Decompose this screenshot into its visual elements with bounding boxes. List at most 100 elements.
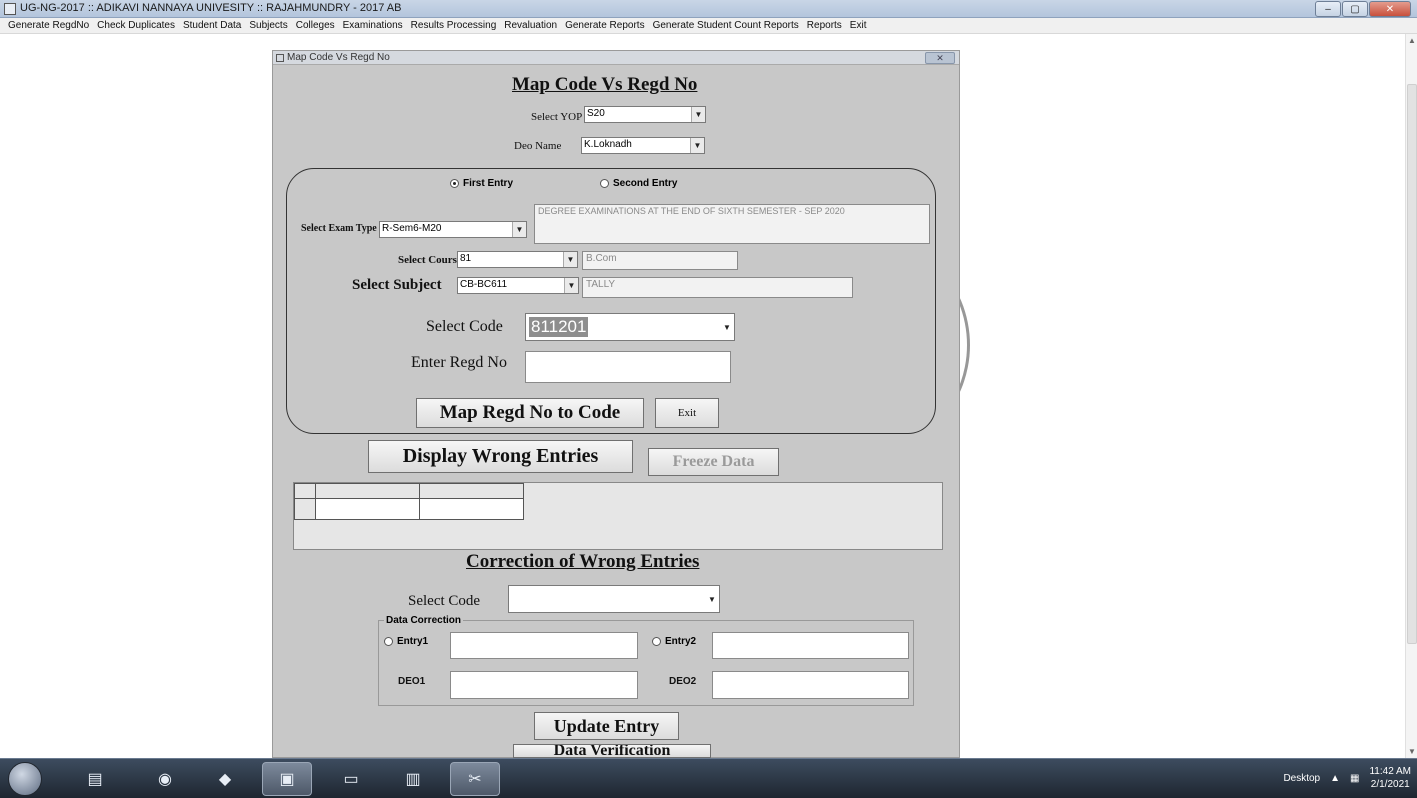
menu-results-processing[interactable]: Results Processing [407,18,501,33]
chevron-down-icon[interactable]: ▼ [691,107,705,122]
clock[interactable]: 11:42 AM 2/1/2021 [1369,765,1411,791]
deo-label: Deo Name [514,140,562,152]
snipping-tool-icon[interactable]: ✂ [450,762,500,796]
exam-type-value: R-Sem6-M20 [382,223,442,234]
network-icon[interactable]: ▦ [1350,773,1359,784]
deo1-input[interactable] [450,671,638,699]
subject-select[interactable]: CB-BC611 ▼ [457,277,579,294]
second-entry-radio[interactable]: Second Entry [600,178,677,189]
entry2-radio[interactable]: Entry2 [652,636,696,647]
deo-select[interactable]: K.Loknadh ▼ [581,137,705,154]
window-titlebar: UG-NG-2017 :: ADIKAVI NANNAYA UNIVESITY … [0,0,1417,18]
deo-value: K.Loknadh [584,139,632,150]
chevron-down-icon[interactable]: ▼ [564,278,578,293]
chevron-down-icon[interactable]: ▼ [690,138,704,153]
freeze-data-button[interactable]: Freeze Data [648,448,779,476]
data-correction-legend: Data Correction [384,615,464,626]
grid-cell[interactable] [419,498,524,520]
chevron-up-icon[interactable]: ▲ [1330,773,1340,784]
radio-unselected-icon [600,179,609,188]
chevron-down-icon[interactable]: ▼ [705,586,719,612]
code-select[interactable]: 811201 ▼ [525,313,735,341]
entry2-label: Entry2 [665,636,697,647]
form-titlebar: Map Code Vs Regd No ✕ [273,51,959,65]
scroll-up-icon[interactable]: ▲ [1408,36,1416,45]
chevron-down-icon[interactable]: ▼ [563,252,577,267]
form-close-button[interactable]: ✕ [925,52,955,64]
calculator-icon[interactable]: ▤ [70,762,120,796]
select-code-label: Select Code [426,318,503,335]
course-label: Select Course [398,254,462,266]
clock-date: 2/1/2021 [1370,779,1410,790]
radio-selected-icon [450,179,459,188]
grid-row-header [294,498,316,520]
network-app-icon[interactable]: ◆ [200,762,250,796]
app-task-icon[interactable]: ▣ [262,762,312,796]
entry1-input[interactable] [450,632,638,659]
grid-header-cell [315,483,420,499]
menu-revaluation[interactable]: Revaluation [500,18,561,33]
window-title: UG-NG-2017 :: ADIKAVI NANNAYA UNIVESITY … [20,2,402,14]
entry2-input[interactable] [712,632,909,659]
menu-generate-regdno[interactable]: Generate RegdNo [4,18,93,33]
deo2-label: DEO2 [669,676,697,687]
chevron-down-icon[interactable]: ▼ [720,314,734,340]
exam-description-text: DEGREE EXAMINATIONS AT THE END OF SIXTH … [538,206,845,216]
subject-value: CB-BC611 [460,279,508,290]
form-title: Map Code Vs Regd No [287,52,390,63]
regd-no-input[interactable] [525,351,731,383]
display-wrong-entries-button[interactable]: Display Wrong Entries [368,440,633,473]
map-regd-button[interactable]: Map Regd No to Code [416,398,644,428]
start-button[interactable] [8,762,42,796]
minimize-button[interactable]: – [1315,1,1341,17]
course-name-text: B.Com [586,253,617,264]
deo2-input[interactable] [712,671,909,699]
first-entry-radio[interactable]: First Entry [450,178,513,189]
menu-reports[interactable]: Reports [803,18,846,33]
grid-cell[interactable] [315,498,420,520]
menu-examinations[interactable]: Examinations [339,18,407,33]
menu-subjects[interactable]: Subjects [245,18,291,33]
subject-name-text: TALLY [586,279,616,290]
entry1-radio[interactable]: Entry1 [384,636,428,647]
second-entry-label: Second Entry [613,178,678,189]
system-tray: Desktop ▲ ▦ 11:42 AM 2/1/2021 [1283,765,1411,791]
update-entry-button[interactable]: Update Entry [534,712,679,740]
wrong-entries-grid[interactable] [293,482,943,550]
entry1-label: Entry1 [397,636,429,647]
menu-generate-reports[interactable]: Generate Reports [561,18,649,33]
yop-select[interactable]: S20 ▼ [584,106,706,123]
data-verification-button[interactable]: Data Verification [513,744,711,758]
grid-corner-cell [294,483,316,499]
menu-generate-student-count-reports[interactable]: Generate Student Count Reports [649,18,803,33]
taskbar: ▤ ◉ ◆ ▣ ▭ ▥ ✂ Desktop ▲ ▦ 11:42 AM 2/1/2… [0,758,1417,798]
maximize-button[interactable]: ▢ [1342,1,1368,17]
exit-button[interactable]: Exit [655,398,719,428]
radio-unselected-icon [652,637,661,646]
folder-icon[interactable]: ▭ [326,762,376,796]
vertical-scrollbar[interactable]: ▲ ▼ [1405,34,1417,758]
app-icon [4,3,16,15]
subject-label: Select Subject [352,277,442,293]
menu-check-duplicates[interactable]: Check Duplicates [93,18,179,33]
chevron-down-icon[interactable]: ▼ [512,222,526,237]
menu-exit[interactable]: Exit [846,18,871,33]
course-value: 81 [460,253,472,264]
close-button[interactable]: ✕ [1369,1,1411,17]
yop-value: S20 [587,108,605,119]
first-entry-label: First Entry [463,178,514,189]
menu-colleges[interactable]: Colleges [292,18,339,33]
course-select[interactable]: 81 ▼ [457,251,578,268]
document-icon[interactable]: ▥ [388,762,438,796]
desktop-toolbar[interactable]: Desktop [1283,773,1320,784]
radio-unselected-icon [384,637,393,646]
scrollbar-thumb[interactable] [1407,84,1417,644]
exam-type-select[interactable]: R-Sem6-M20 ▼ [379,221,527,238]
correction-code-label: Select Code [408,593,481,609]
correction-code-select[interactable]: ▼ [508,585,720,613]
form-icon [276,54,284,62]
scroll-down-icon[interactable]: ▼ [1408,747,1416,756]
menu-student-data[interactable]: Student Data [179,18,245,33]
exam-type-label: Select Exam Type [301,223,377,234]
firefox-icon[interactable]: ◉ [140,762,190,796]
